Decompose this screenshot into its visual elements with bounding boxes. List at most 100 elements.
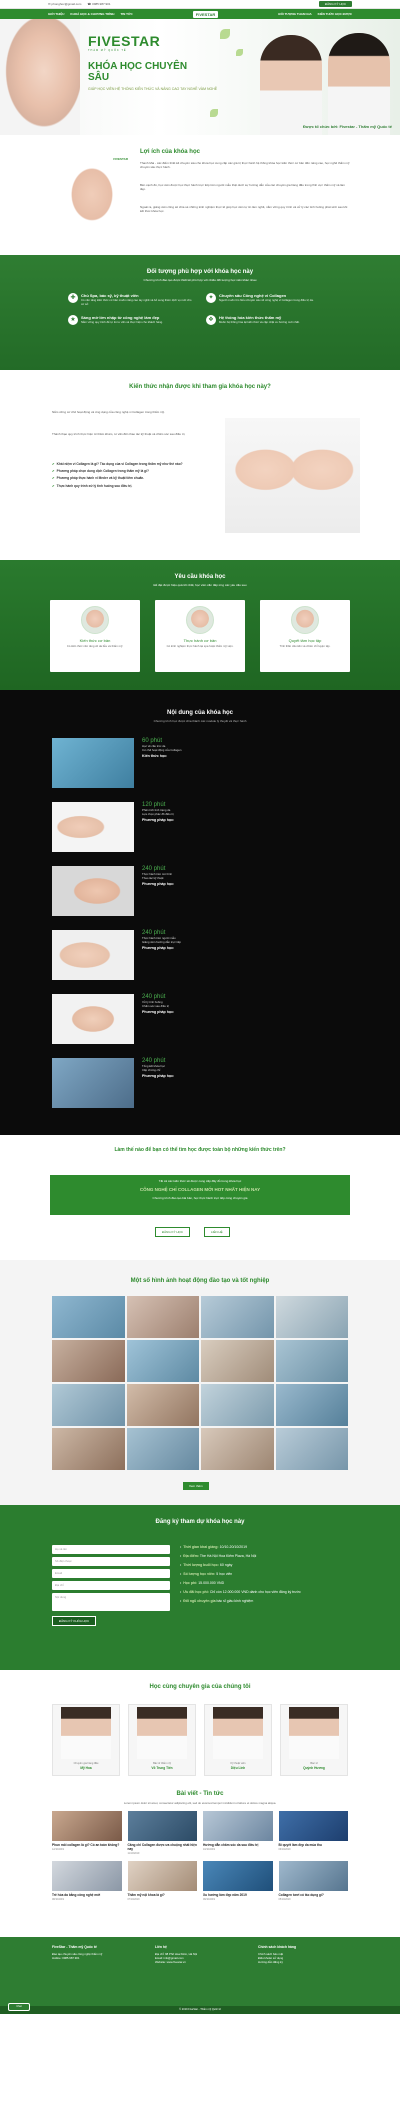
bullet-icon: • xyxy=(180,1563,182,1567)
cta-contact-button[interactable]: LIÊN HỆ xyxy=(204,1227,230,1237)
content-title: Nội dung của khóa học xyxy=(166,710,233,716)
news-card[interactable]: Căng chỉ Collagen được ưa chuộng nhất hi… xyxy=(127,1811,197,1855)
course-content-section: Nội dung của khóa học Chương trình học đ… xyxy=(0,690,400,1135)
check-icon: ✔ xyxy=(52,476,55,481)
gallery-photo[interactable] xyxy=(52,1384,125,1426)
message-field[interactable]: Nội dung xyxy=(52,1593,170,1611)
address-field[interactable]: Địa chỉ xyxy=(52,1581,170,1590)
benefits-paragraph: Thanh Mai - các điểm thiết kế chuyên sâu… xyxy=(140,161,350,170)
avatar xyxy=(186,606,214,634)
gallery-photo[interactable] xyxy=(52,1428,125,1470)
content-subtitle: Chương trình học được chia thành các mod… xyxy=(153,719,247,723)
registration-form: Họ và tên Số điện thoại Email Địa chỉ Nộ… xyxy=(52,1545,170,1626)
phone-field[interactable]: Số điện thoại xyxy=(52,1557,170,1566)
gallery-photo[interactable] xyxy=(275,1384,348,1426)
footer-link[interactable]: Hướng dẫn đăng ký xyxy=(258,1960,348,1964)
gallery-photo[interactable] xyxy=(275,1340,348,1382)
expert-photo xyxy=(137,1707,187,1759)
news-card[interactable]: Hướng dẫn chăm sóc da sau điều trị 10/10/… xyxy=(203,1811,273,1855)
bullet-icon: • xyxy=(180,1590,182,1594)
footer: FiveStar - Thẩm mỹ Quốc tế Đào tạo chuyê… xyxy=(0,1937,400,2014)
email-info: ✉ phonghoc@gmail.com xyxy=(48,2,82,6)
nav-item-intro[interactable]: GIỚI THIỆU xyxy=(48,12,64,16)
news-title: Bài viết - Tin tức xyxy=(176,1791,224,1797)
phone-icon: ☎ xyxy=(87,2,92,6)
star-icon: ★ xyxy=(68,314,78,325)
gallery-photo[interactable] xyxy=(201,1428,274,1470)
module-image xyxy=(52,866,134,916)
gallery-more-button[interactable]: Xem thêm xyxy=(183,1482,209,1490)
gallery-photo[interactable] xyxy=(201,1340,274,1382)
doctor-male-image xyxy=(328,33,390,135)
email-field[interactable]: Email xyxy=(52,1569,170,1578)
hero-title: KHÓA HỌC CHUYÊN SÂU xyxy=(88,61,188,83)
cta-title: Làm thế nào để bạn có thể tìm học được t… xyxy=(114,1147,286,1153)
course-info-list: • Thời gian khai giảng: 10/10-20/10/2019 … xyxy=(180,1545,350,1608)
nav-logo[interactable]: FIVESTAR xyxy=(192,10,219,18)
gallery-section: Một số hình ảnh hoạt động đào tạo và tốt… xyxy=(0,1260,400,1505)
benefits-title: Lợi ích của khóa học xyxy=(140,149,200,155)
info-item: • Thời lượng buổi học: 60 ngày xyxy=(180,1563,233,1567)
module-image xyxy=(52,738,134,788)
news-thumbnail xyxy=(203,1861,273,1891)
gallery-photo[interactable] xyxy=(201,1384,274,1426)
news-card[interactable]: Collagen tươi có tác dụng gì? 05/10/2019 xyxy=(278,1861,348,1901)
gallery-photo[interactable] xyxy=(201,1296,274,1338)
user-icon: ✚ xyxy=(68,293,78,303)
check-item: ✔ Phương pháp thực hành vi Meder và kỹ th… xyxy=(52,476,145,481)
hero-doctors-image xyxy=(250,19,400,135)
hero-tagline: GIÚP HỌC VIÊN HỆ THỐNG KIẾN THỨC VÀ NÂNG… xyxy=(88,87,218,91)
cta-section: Làm thế nào để bạn có thể tìm học được t… xyxy=(0,1135,400,1260)
submit-button[interactable]: ĐĂNG KÝ KHÓA HỌC xyxy=(52,1616,97,1626)
expert-photo xyxy=(213,1707,263,1759)
gallery-photo[interactable] xyxy=(126,1428,199,1470)
avatar xyxy=(291,606,319,634)
requirement-card: Thực hành cơ bản Có kinh nghiệm thực hàn… xyxy=(155,600,245,672)
name-field[interactable]: Họ và tên xyxy=(52,1545,170,1554)
expert-card[interactable]: Chuyên gia hàng đầu Mỹ Hoa xyxy=(52,1704,120,1776)
leaf-decoration xyxy=(220,29,230,39)
news-card[interactable]: Phun môi collagen là gì? Có an toàn khôn… xyxy=(52,1811,122,1855)
gallery-photo[interactable] xyxy=(52,1340,125,1382)
check-item: ✔ Thực hành quy trình xử lý tình huống sa… xyxy=(52,483,133,488)
news-card[interactable]: Thẩm mỹ nội khoa là gì? 07/10/2019 xyxy=(127,1861,197,1901)
info-item: • Đổi ngũ chuyên gia bác sĩ giàu kinh ngh… xyxy=(180,1599,254,1603)
check-icon: ✔ xyxy=(52,462,55,466)
benefits-paragraph: Bên cạnh đó, học viên được học thực hành… xyxy=(140,183,346,192)
nav-item-courses[interactable]: KHOÁ HỌC & CHƯƠNG TRÌNH xyxy=(70,12,114,16)
expert-card[interactable]: Bác sĩ Quỳnh Hương xyxy=(280,1704,348,1776)
expert-photo xyxy=(289,1707,339,1759)
cta-register-button[interactable]: ĐĂNG KÝ HỌC xyxy=(155,1227,191,1237)
nav-item-audience[interactable]: ĐỐI TƯỢNG THAM GIA xyxy=(278,12,311,16)
gallery-photo[interactable] xyxy=(275,1428,348,1470)
gallery-photo[interactable] xyxy=(275,1296,348,1338)
audience-item: ★ Sáng mở lớn nhập từ công nghệ làm đẹp N… xyxy=(68,314,194,325)
news-thumbnail xyxy=(52,1861,122,1891)
phone-info: ☎ 0985.987.901 xyxy=(87,2,111,6)
module-image xyxy=(52,1058,134,1108)
expert-card[interactable]: Bác sĩ thẩm mỹ Võ Trung Tiến xyxy=(128,1704,196,1776)
audience-item: ❖ Hệ thống hóa kiến thức thẩm mỹ Muốn hệ … xyxy=(206,314,332,325)
bullet-icon: • xyxy=(180,1572,182,1576)
news-card[interactable]: Bí quyết làm đẹp da mùa thu 09/10/2019 xyxy=(278,1811,348,1855)
register-button[interactable]: ĐĂNG KÝ HỌC xyxy=(318,1,352,7)
gallery-photo[interactable] xyxy=(52,1296,125,1338)
gallery-photo[interactable] xyxy=(126,1296,199,1338)
audience-section: Đối tượng phù hợp với khóa học này Chươn… xyxy=(0,255,400,370)
bullet-icon: • xyxy=(180,1599,182,1603)
chat-button[interactable]: Chat xyxy=(8,2003,30,2011)
info-item: • Học phí: 15.000.000 VND xyxy=(180,1581,225,1585)
nav-item-knowledge[interactable]: KIẾN THỨC HỌC ĐƯỢC xyxy=(318,12,352,16)
gallery-photo[interactable] xyxy=(126,1340,199,1382)
expert-card[interactable]: Kỹ thuật viên Diệu Linh xyxy=(204,1704,272,1776)
copyright: © 2019 FiveStar - Thẩm mỹ Quốc tế xyxy=(0,2006,400,2014)
news-card[interactable]: Trẻ hóa da bằng công nghệ mới 08/10/2019 xyxy=(52,1861,122,1901)
news-card[interactable]: Xu hướng làm đẹp năm 2019 06/10/2019 xyxy=(203,1861,273,1901)
benefits-section: FIVESTAR Lợi ích của khóa học Thanh Mai … xyxy=(0,135,400,255)
hero-logo: FIVESTAR THẨM MỸ QUỐC TẾ xyxy=(88,33,161,52)
nav-item-news[interactable]: TIN TỨC xyxy=(120,12,132,16)
gallery-photo[interactable] xyxy=(126,1384,199,1426)
news-thumbnail xyxy=(278,1811,348,1841)
gallery-title: Một số hình ảnh hoạt động đào tạo và tốt… xyxy=(130,1278,270,1284)
knowledge-title: Kiến thức nhận được khi tham gia khóa họ… xyxy=(129,384,271,390)
